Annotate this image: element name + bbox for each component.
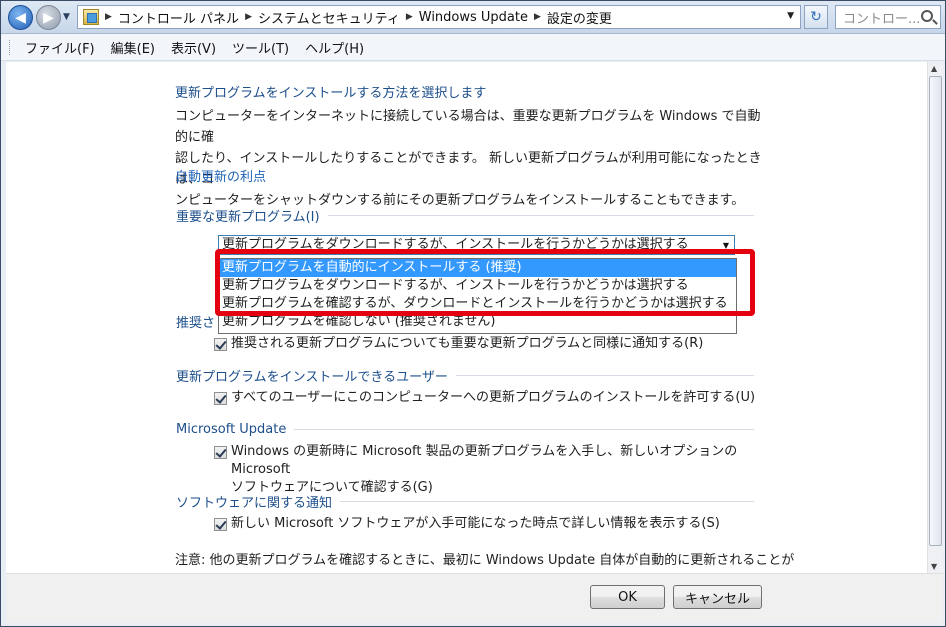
back-arrow-icon: ◀ [15, 9, 26, 26]
intro-text: コンピューターをインターネットに接続している場合は、重要な更新プログラムを Wi… [175, 106, 765, 211]
breadcrumb-separator-icon[interactable]: ▶ [105, 12, 112, 22]
menu-file[interactable]: ファイル(F) [25, 38, 95, 57]
scrollbar[interactable]: ▲ ▼ [927, 62, 943, 573]
who-can-install-heading: 更新プログラムをインストールできるユーザー [176, 366, 754, 385]
ok-button[interactable]: OK [590, 585, 665, 609]
software-notifications-option[interactable]: 新しい Microsoft ソフトウェアが入手可能になった時点で詳しい情報を表示… [214, 515, 759, 533]
breadcrumb[interactable]: ▶ コントロール パネル ▶ システムとセキュリティ ▶ Windows Upd… [77, 5, 801, 29]
scroll-thumb[interactable] [929, 76, 942, 546]
breadcrumb-separator-icon[interactable]: ▶ [534, 12, 541, 22]
address-dropdown-icon[interactable]: ▼ [787, 11, 794, 21]
microsoft-update-heading: Microsoft Update [176, 420, 754, 438]
checkbox-label[interactable]: 推奨される更新プログラムについても重要な更新プログラムと同様に通知する(R) [231, 335, 703, 353]
breadcrumb-separator-icon[interactable]: ▶ [406, 12, 413, 22]
checkbox-label-line: Windows の更新時に Microsoft 製品の更新プログラムを入手し、新… [231, 444, 738, 477]
address-bar: ◀ ▶ ▼ ▶ コントロール パネル ▶ システムとセキュリティ ▶ Windo… [1, 1, 945, 34]
cancel-button[interactable]: キャンセル [673, 585, 762, 609]
divider [455, 374, 754, 376]
menu-help[interactable]: ヘルプ(H) [305, 38, 364, 57]
scroll-down-icon[interactable]: ▼ [931, 562, 937, 571]
divider [294, 428, 754, 430]
important-updates-heading: 重要な更新プログラム(I) [176, 206, 754, 225]
software-notifications-heading: ソフトウェアに関する通知 [176, 492, 754, 511]
section-label: Microsoft Update [176, 421, 287, 437]
microsoft-update-option[interactable]: Windows の更新時に Microsoft 製品の更新プログラムを入手し、新… [214, 443, 759, 497]
forward-arrow-icon: ▶ [43, 9, 54, 26]
note-text: 注意: 他の更新プログラムを確認するときに、最初に Windows Update… [175, 553, 795, 568]
control-panel-icon [83, 9, 99, 25]
refresh-icon: ↻ [810, 9, 822, 25]
refresh-button[interactable]: ↻ [804, 5, 828, 29]
search-placeholder: コントロー... [843, 11, 921, 27]
search-icon[interactable] [921, 10, 933, 22]
menu-bar: ファイル(F) 編集(E) 表示(V) ツール(T) ヘルプ(H) [1, 34, 945, 61]
settings-content: 更新プログラムをインストールする方法を選択します コンピューターをインターネット… [6, 62, 927, 573]
forward-button[interactable]: ▶ [36, 5, 61, 30]
recommended-updates-heading: 推奨さ [176, 312, 215, 331]
software-notifications-checkbox[interactable] [214, 518, 227, 531]
intro-line: コンピューターをインターネットに接続している場合は、重要な更新プログラムを Wi… [175, 109, 761, 145]
history-dropdown-icon[interactable]: ▼ [63, 12, 70, 22]
allow-all-users-checkbox[interactable] [214, 392, 227, 405]
section-label: 重要な更新プログラム(I) [176, 209, 320, 225]
breadcrumb-item[interactable]: システムとセキュリティ [258, 8, 400, 27]
page-title: 更新プログラムをインストールする方法を選択します [175, 86, 487, 101]
menu-grip [9, 40, 12, 55]
menu-edit[interactable]: 編集(E) [111, 38, 155, 57]
divider [340, 500, 754, 502]
checkbox-label[interactable]: Windows の更新時に Microsoft 製品の更新プログラムを入手し、新… [231, 443, 759, 497]
menu-tools[interactable]: ツール(T) [232, 38, 289, 57]
breadcrumb-separator-icon[interactable]: ▶ [245, 12, 252, 22]
checkbox-label[interactable]: すべてのユーザーにこのコンピューターへの更新プログラムのインストールを許可する(… [231, 389, 755, 407]
section-label: 更新プログラムをインストールできるユーザー [176, 369, 448, 385]
breadcrumb-item[interactable]: 設定の変更 [547, 8, 612, 27]
red-highlight-box [215, 249, 755, 316]
dialog-footer: OK キャンセル [6, 573, 943, 623]
divider [327, 214, 754, 216]
section-label: 推奨さ [176, 315, 216, 331]
menu-view[interactable]: 表示(V) [171, 38, 216, 57]
scroll-up-icon[interactable]: ▲ [931, 64, 937, 73]
microsoft-update-checkbox[interactable] [214, 446, 227, 459]
breadcrumb-item[interactable]: コントロール パネル [118, 8, 239, 27]
window: ◀ ▶ ▼ ▶ コントロール パネル ▶ システムとセキュリティ ▶ Windo… [0, 0, 946, 627]
recommended-updates-checkbox[interactable] [214, 338, 227, 351]
allow-all-users-option[interactable]: すべてのユーザーにこのコンピューターへの更新プログラムのインストールを許可する(… [214, 389, 759, 407]
benefits-link[interactable]: 自動更新の利点 [175, 166, 266, 185]
recommended-updates-option[interactable]: 推奨される更新プログラムについても重要な更新プログラムと同様に通知する(R) [214, 335, 759, 353]
checkbox-label[interactable]: 新しい Microsoft ソフトウェアが入手可能になった時点で詳しい情報を表示… [231, 515, 720, 533]
section-label: ソフトウェアに関する通知 [176, 495, 333, 511]
back-button[interactable]: ◀ [8, 5, 33, 30]
search-input[interactable]: コントロー... [835, 5, 941, 29]
breadcrumb-item[interactable]: Windows Update [419, 10, 528, 25]
